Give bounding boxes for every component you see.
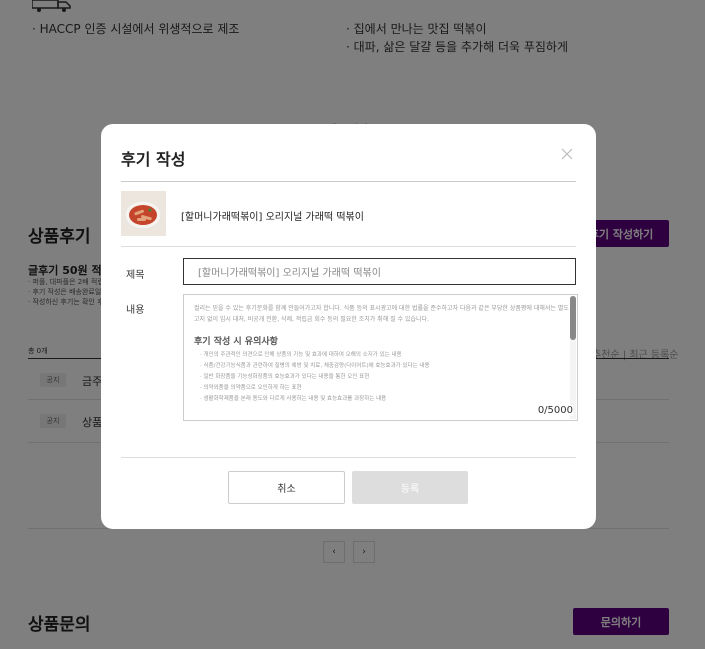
guide-item: · 생활화학제품을 본래 용도와 다르게 사용하는 내용 및 효능효과를 과장하…: [200, 396, 387, 402]
footer-divider: [121, 457, 576, 458]
tteokbokki-image-icon: [121, 191, 166, 236]
submit-button[interactable]: 등록: [352, 471, 468, 504]
guide-item: · 일반 화장품을 기능성화장품의 효능효과가 있다는 내용을 통한 오인 표현: [200, 374, 370, 380]
guide-item: · 개인의 주관적인 의견으로 인해 상품의 기능 및 효과에 대하여 오해의 …: [200, 352, 402, 358]
content-guide-text: 컬리는 믿을 수 있는 후기문화를 함께 만들어가고자 합니다. 식품 등의 표…: [194, 305, 569, 323]
content-label: 내용: [126, 305, 145, 316]
guide-item: · 식품/건강기능식품과 관련하여 질병의 예방 및 치료, 체중감량(다이어트…: [200, 363, 430, 369]
guide-item: · 의약외품을 의약품으로 오인하게 하는 표현: [200, 385, 302, 391]
char-count: 0/5000: [533, 405, 573, 416]
title-input[interactable]: [183, 258, 576, 285]
guide-title: 후기 작성 시 유의사항: [194, 337, 278, 347]
scrollbar-thumb[interactable]: [570, 296, 576, 340]
modal-header-divider: [121, 181, 576, 182]
modal-title: 후기 작성: [121, 150, 186, 169]
product-thumbnail: [121, 191, 166, 236]
review-write-modal: 후기 작성 [할머니가래떡볶이] 오리지널 가래떡 떡볶이 제목 내용 컬리는 …: [101, 124, 596, 529]
close-icon[interactable]: [559, 146, 575, 162]
content-textarea[interactable]: 컬리는 믿을 수 있는 후기문화를 함께 만들어가고자 합니다. 식품 등의 표…: [183, 294, 578, 421]
cancel-button[interactable]: 취소: [228, 471, 345, 504]
title-label: 제목: [126, 270, 145, 281]
content-scrollbar[interactable]: [570, 296, 576, 419]
product-divider: [121, 246, 576, 247]
product-name: [할머니가래떡볶이] 오리지널 가래떡 떡볶이: [181, 212, 364, 223]
